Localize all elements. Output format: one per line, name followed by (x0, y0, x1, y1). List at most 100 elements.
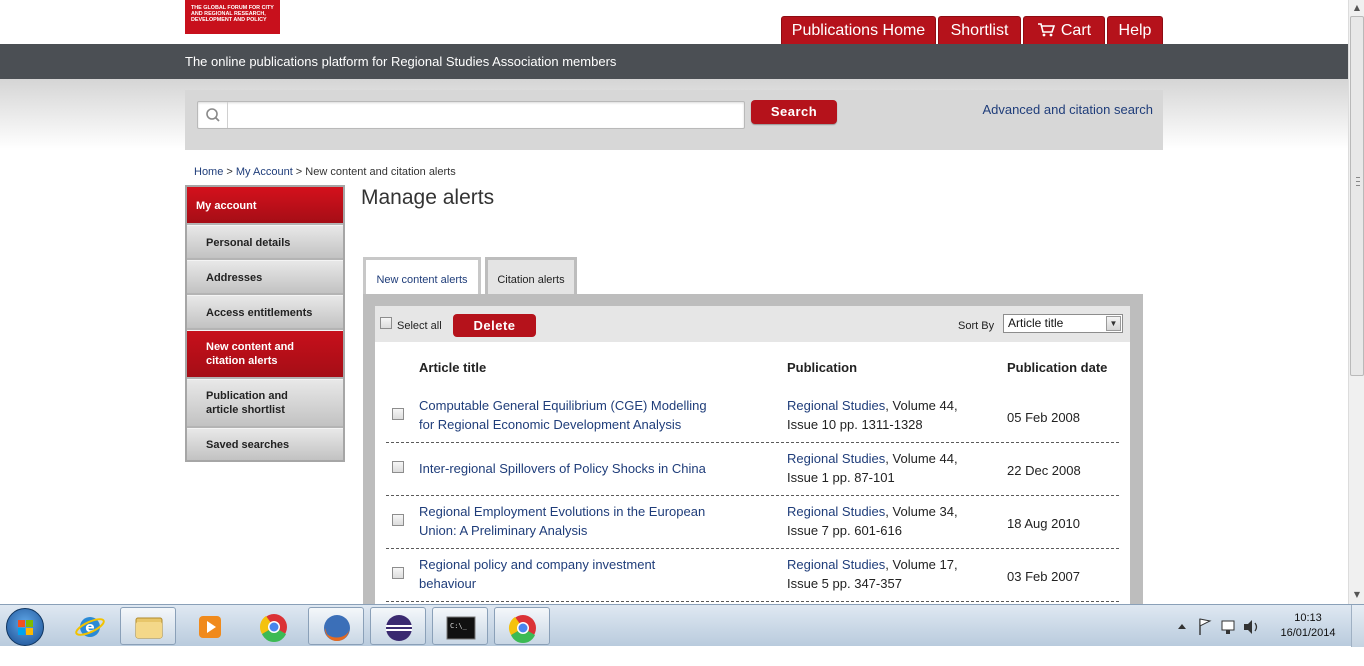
table-row: Inter-regional Spillovers of Policy Shoc… (386, 443, 1119, 496)
article-title-link[interactable]: Computable General Equilibrium (CGE) Mod… (419, 396, 739, 434)
article-title-link[interactable]: Inter-regional Spillovers of Policy Shoc… (419, 459, 739, 478)
breadcrumb-my-account[interactable]: My Account (236, 166, 293, 178)
row-checkbox[interactable] (392, 567, 404, 579)
journal-link[interactable]: Regional Studies (787, 504, 885, 519)
breadcrumb-current: New content and citation alerts (305, 166, 456, 178)
chevron-down-icon[interactable]: ▼ (1106, 316, 1121, 331)
nav-cart[interactable]: Cart (1023, 16, 1105, 44)
table-row: Computable General Equilibrium (CGE) Mod… (386, 390, 1119, 443)
nav-help[interactable]: Help (1107, 16, 1163, 44)
start-button[interactable] (6, 608, 44, 646)
network-icon (1221, 620, 1235, 634)
sort-by-select[interactable]: Article title ▼ (1003, 314, 1123, 333)
article-title-line: Inter-regional Spillovers of Policy Shoc… (419, 461, 706, 476)
breadcrumb-home[interactable]: Home (194, 166, 223, 178)
taskbar-chrome-active[interactable] (494, 607, 550, 645)
search-button[interactable]: Search (751, 100, 837, 124)
publication-date: 03 Feb 2007 (1007, 569, 1081, 584)
sort-by-label: Sort By (958, 320, 995, 332)
publication-cell: Regional Studies, Volume 44, Issue 10 pp… (787, 396, 987, 434)
tab-new-content-alerts[interactable]: New content alerts (363, 257, 481, 295)
windows-logo-icon (18, 620, 33, 635)
column-header-publication[interactable]: Publication (787, 360, 857, 375)
show-desktop-button[interactable] (1351, 605, 1364, 647)
publication-cell: Regional Studies, Volume 34, Issue 7 pp.… (787, 502, 987, 540)
vertical-scrollbar[interactable]: ▲ ▼ (1348, 0, 1364, 604)
sidebar-item-label: Personal details (206, 237, 291, 249)
sidebar-item-personal-details[interactable]: Personal details (187, 225, 343, 258)
chrome-icon (508, 615, 536, 643)
grip-icon (1356, 177, 1360, 186)
file-explorer-icon (135, 617, 163, 639)
tab-citation-alerts[interactable]: Citation alerts (485, 257, 577, 295)
publication-date: 18 Aug 2010 (1007, 516, 1081, 531)
cart-icon (1037, 23, 1055, 37)
article-title-link[interactable]: Regional policy and company investment b… (419, 555, 739, 593)
sidebar-item-label: Addresses (206, 272, 263, 284)
issue-text: Issue 1 pp. 87-101 (787, 470, 895, 485)
alerts-panel-inner: Select all Delete Sort By Article title … (375, 306, 1130, 604)
nav-shortlist[interactable]: Shortlist (938, 16, 1021, 44)
rsa-logo[interactable]: THE GLOBAL FORUM FOR CITY AND REGIONAL R… (185, 0, 280, 34)
select-all-checkbox[interactable] (380, 317, 392, 329)
scroll-up-icon[interactable]: ▲ (1352, 3, 1362, 13)
clock-date: 16/01/2014 (1280, 627, 1336, 639)
select-all-label: Select all (397, 320, 442, 332)
browser-viewport: THE GLOBAL FORUM FOR CITY AND REGIONAL R… (0, 0, 1348, 604)
sidebar-item-access-entitlements[interactable]: Access entitlements (187, 295, 343, 328)
firefox-icon (324, 615, 350, 642)
taskbar-eclipse[interactable] (370, 607, 426, 645)
article-title-line: for Regional Economic Development Analys… (419, 417, 682, 432)
publication-date: 22 Dec 2008 (1007, 463, 1081, 478)
eclipse-icon (386, 615, 412, 641)
svg-text:C:\_: C:\_ (450, 622, 468, 630)
issue-text: Issue 7 pp. 601-616 (787, 523, 902, 538)
windows-taskbar: e C:\_ 10:13 16/01/2014 (0, 604, 1364, 647)
taskbar-clock[interactable]: 10:13 16/01/2014 (1276, 611, 1340, 641)
taskbar-media-player[interactable] (182, 607, 238, 645)
nav-publications-home[interactable]: Publications Home (781, 16, 936, 44)
sidebar-item-alerts[interactable]: New content and citation alerts (187, 330, 343, 377)
volume-text: , Volume 44, (885, 398, 958, 413)
page-title: Manage alerts (361, 186, 495, 209)
search-panel: Search Advanced and citation search (185, 90, 1163, 150)
internet-explorer-icon: e (75, 617, 105, 637)
taskbar-internet-explorer[interactable]: e (62, 607, 118, 645)
search-input[interactable] (230, 104, 740, 126)
sidebar-item-saved-searches[interactable]: Saved searches (187, 428, 343, 460)
taskbar-chrome[interactable] (246, 607, 302, 645)
issue-text: Issue 10 pp. 1311-1328 (787, 417, 923, 432)
sidebar-item-shortlist[interactable]: Publication and article shortlist (187, 379, 343, 426)
search-box (197, 101, 745, 129)
alerts-panel: Select all Delete Sort By Article title … (363, 294, 1143, 604)
journal-link[interactable]: Regional Studies (787, 398, 885, 413)
taskbar-file-explorer[interactable] (120, 607, 176, 645)
volume-text: , Volume 34, (885, 504, 958, 519)
scrollbar-thumb[interactable] (1350, 16, 1364, 376)
taskbar-firefox[interactable] (308, 607, 364, 645)
breadcrumb-separator: > (292, 166, 306, 178)
sidebar-header: My account (187, 187, 343, 223)
advanced-search-link[interactable]: Advanced and citation search (982, 102, 1153, 117)
media-player-icon (199, 616, 221, 638)
row-checkbox[interactable] (392, 514, 404, 526)
publication-date: 05 Feb 2008 (1007, 410, 1081, 425)
column-header-date[interactable]: Publication date (1007, 360, 1107, 375)
article-title-link[interactable]: Regional Employment Evolutions in the Eu… (419, 502, 739, 540)
article-title-line: Computable General Equilibrium (CGE) Mod… (419, 398, 707, 413)
scroll-down-icon[interactable]: ▼ (1352, 590, 1362, 600)
article-title-line: Regional Employment Evolutions in the Eu… (419, 504, 706, 519)
logo-line-3: DEVELOPMENT AND POLICY (191, 17, 267, 23)
row-checkbox[interactable] (392, 461, 404, 473)
delete-button[interactable]: Delete (453, 314, 536, 337)
journal-link[interactable]: Regional Studies (787, 557, 885, 572)
column-header-title[interactable]: Article title (419, 360, 486, 375)
account-sidebar: My account Personal details Addresses Ac… (185, 185, 345, 462)
row-checkbox[interactable] (392, 408, 404, 420)
chrome-icon (259, 614, 287, 642)
show-hidden-icons-icon (1178, 624, 1186, 629)
sidebar-item-label: New content and (206, 341, 295, 353)
taskbar-command-prompt[interactable]: C:\_ (432, 607, 488, 645)
sidebar-item-addresses[interactable]: Addresses (187, 260, 343, 293)
journal-link[interactable]: Regional Studies (787, 451, 885, 466)
